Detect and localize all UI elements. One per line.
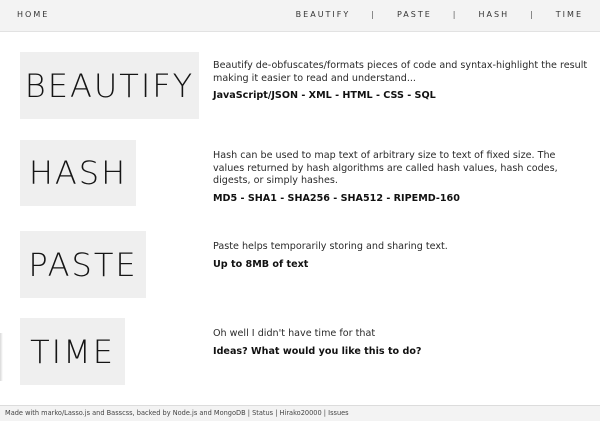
beautify-tile[interactable]: BEAUTIFY — [20, 52, 199, 119]
footer-credits: Made with marko/Lasso.js and Basscss, ba… — [5, 409, 246, 417]
nav-separator: | — [530, 10, 535, 19]
nav-link-time[interactable]: TIME — [556, 10, 583, 19]
beautify-text: Beautify de-obfuscates/formats pieces of… — [213, 60, 588, 84]
nav-links: BEAUTIFY | PASTE | HASH | TIME — [296, 10, 583, 19]
footer-issues-link[interactable]: Issues — [328, 409, 349, 417]
footer-separator: | — [275, 409, 278, 417]
nav-link-hash[interactable]: HASH — [479, 10, 510, 19]
time-ideas: Ideas? What would you like this to do? — [213, 345, 422, 357]
footer-status-link[interactable]: Status — [252, 409, 273, 417]
nav-link-beautify[interactable]: BEAUTIFY — [296, 10, 351, 19]
nav-separator: | — [371, 10, 376, 19]
footer-author-link[interactable]: Hirako20000 — [280, 409, 322, 417]
hash-algorithms: MD5 - SHA1 - SHA256 - SHA512 - RIPEMD-16… — [213, 192, 460, 204]
hash-tile[interactable]: HASH — [20, 140, 136, 206]
nav-home-link[interactable]: HOME — [17, 10, 49, 19]
beautify-languages: JavaScript/JSON - XML - HTML - CSS - SQL — [213, 90, 436, 101]
hash-description: Hash can be used to map text of arbitrar… — [213, 150, 588, 205]
side-shadow — [0, 333, 3, 381]
footer-separator: | — [323, 409, 327, 417]
time-text: Oh well I didn't have time for that — [213, 328, 376, 339]
nav-separator: | — [452, 10, 458, 19]
paste-tile[interactable]: PASTE — [20, 231, 146, 298]
paste-text: Paste helps temporarily storing and shar… — [213, 241, 448, 252]
hash-text: Hash can be used to map text of arbitrar… — [213, 150, 558, 186]
beautify-description: Beautify de-obfuscates/formats pieces of… — [213, 60, 588, 102]
paste-limit: Up to 8MB of text — [213, 258, 309, 270]
paste-description: Paste helps temporarily storing and shar… — [213, 241, 588, 271]
footer: Made with marko/Lasso.js and Basscss, ba… — [0, 405, 600, 421]
footer-separator: | — [247, 409, 250, 417]
time-tile[interactable]: TIME — [20, 318, 125, 385]
nav-link-paste[interactable]: PASTE — [397, 10, 432, 19]
top-navbar: HOME BEAUTIFY | PASTE | HASH | TIME — [0, 0, 600, 32]
time-description: Oh well I didn't have time for that Idea… — [213, 328, 588, 358]
